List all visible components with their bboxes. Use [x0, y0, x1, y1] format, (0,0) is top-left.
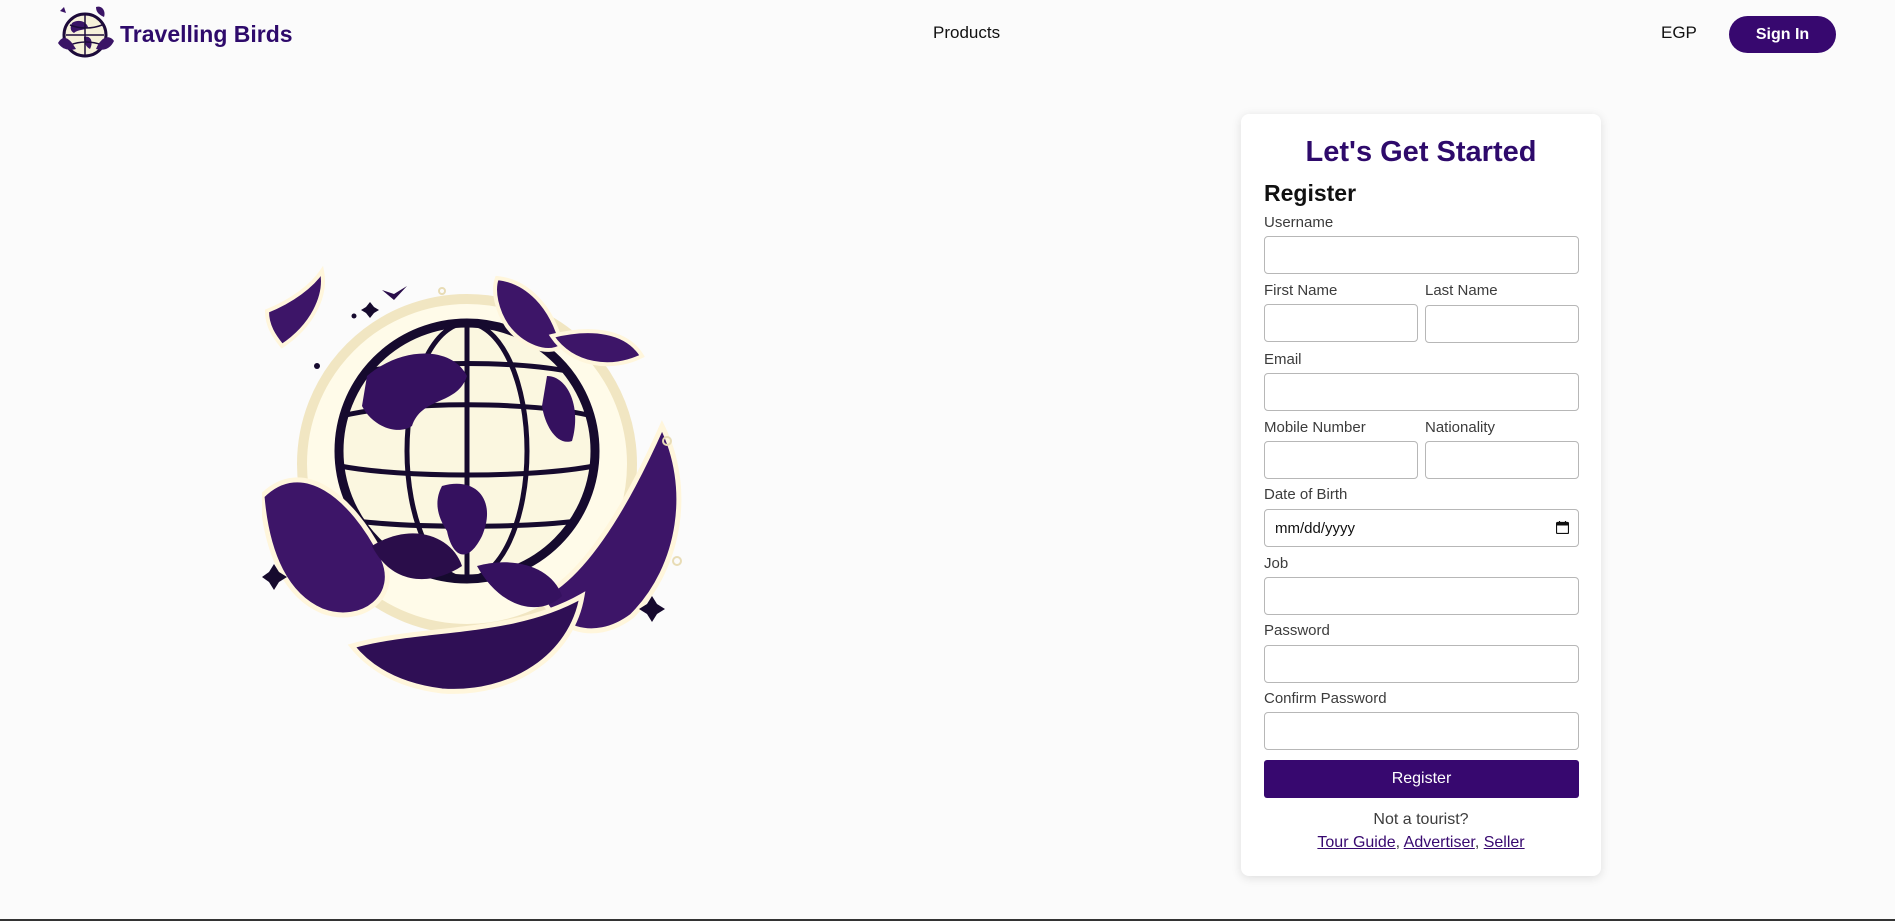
not-tourist-text: Not a tourist?	[1373, 811, 1469, 828]
register-heading: Register	[1264, 180, 1357, 206]
calendar-icon[interactable]	[1556, 521, 1569, 534]
nationality-label: Nationality	[1425, 419, 1496, 436]
nationality-input[interactable]	[1425, 441, 1579, 479]
tour-guide-link[interactable]: Tour Guide	[1317, 834, 1395, 851]
register-button[interactable]: Register	[1264, 760, 1579, 798]
mobile-label: Mobile Number	[1264, 419, 1366, 436]
first-name-label: First Name	[1264, 282, 1338, 299]
travelling-birds-logo-icon	[58, 6, 114, 58]
email-input[interactable]	[1264, 373, 1579, 411]
alternate-register-links: Tour Guide, Advertiser, Seller	[1241, 834, 1601, 852]
confirm-password-label: Confirm Password	[1264, 690, 1387, 707]
brand-name: Travelling Birds	[120, 20, 293, 47]
currency-selector[interactable]: EGP	[1661, 23, 1697, 43]
last-name-input[interactable]	[1425, 305, 1579, 343]
link-separator: ,	[1474, 834, 1484, 851]
dob-input[interactable]: mm/dd/yyyy	[1264, 509, 1579, 547]
dob-label: Date of Birth	[1264, 486, 1348, 503]
first-name-input[interactable]	[1264, 304, 1418, 342]
dob-placeholder: mm/dd/yyyy	[1275, 520, 1356, 537]
card-title: Let's Get Started	[1305, 136, 1537, 168]
username-label: Username	[1264, 214, 1334, 231]
last-name-label: Last Name	[1425, 282, 1498, 299]
job-input[interactable]	[1264, 577, 1579, 615]
nav-products-link[interactable]: Products	[933, 23, 1000, 43]
confirm-password-input[interactable]	[1264, 712, 1579, 750]
username-input[interactable]	[1264, 236, 1579, 274]
globe-birds-illustration	[262, 266, 682, 694]
sign-in-button[interactable]: Sign In	[1729, 16, 1836, 53]
brand[interactable]: Travelling Birds	[56, 3, 293, 65]
job-label: Job	[1264, 555, 1289, 572]
top-navbar: Travelling Birds Products EGP Sign In	[0, 0, 1895, 70]
password-label: Password	[1264, 622, 1330, 639]
link-separator: ,	[1395, 834, 1404, 851]
mobile-input[interactable]	[1264, 441, 1418, 479]
password-input[interactable]	[1264, 645, 1579, 683]
seller-link[interactable]: Seller	[1484, 834, 1525, 851]
advertiser-link[interactable]: Advertiser	[1404, 834, 1475, 851]
register-card: Let's Get Started Register Username Firs…	[1241, 114, 1601, 876]
email-label: Email	[1264, 351, 1302, 368]
